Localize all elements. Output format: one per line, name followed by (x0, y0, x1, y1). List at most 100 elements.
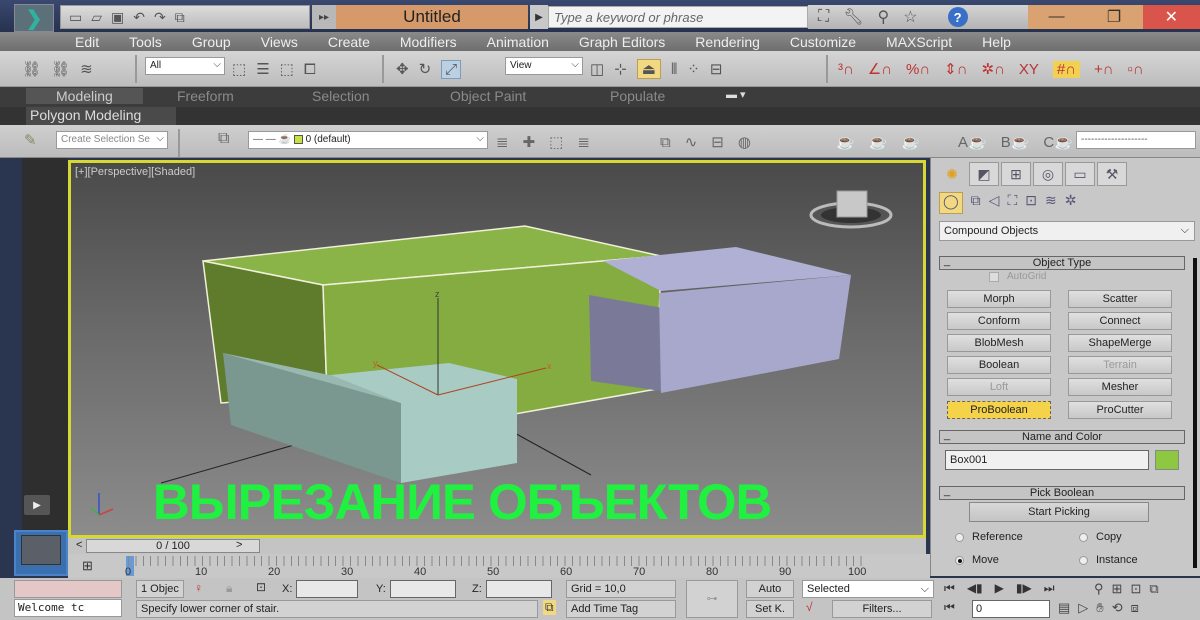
render-preset-b-icon[interactable]: B☕ (1001, 133, 1030, 151)
time-config-icon[interactable]: ▤ (1058, 600, 1070, 616)
maxscript-listener-output[interactable] (14, 580, 122, 598)
autogrid-checkbox[interactable]: AutoGrid (989, 271, 1046, 282)
polygon-modeling-panel[interactable]: Polygon Modeling (26, 107, 176, 125)
rectangular-region-icon[interactable]: ⬚ (280, 60, 294, 78)
instance-radio[interactable]: Instance (1079, 554, 1138, 566)
time-slider-thumb[interactable]: 0 / 100 (86, 539, 260, 553)
blobmesh-button[interactable]: BlobMesh (947, 334, 1051, 352)
x-coordinate-input[interactable] (296, 580, 358, 598)
play-button[interactable]: ▶ (24, 495, 50, 515)
loft-button[interactable]: Loft (947, 378, 1051, 396)
menu-maxscript[interactable]: MAXScript (886, 34, 952, 50)
angle-snap-icon[interactable]: ∠∩ (868, 60, 892, 78)
snap-xy-icon[interactable]: XY (1019, 61, 1039, 78)
wrench-icon[interactable]: 🔧︎ (843, 7, 863, 27)
key-filters-button[interactable]: Filters... (832, 600, 932, 618)
maximize-viewport-icon[interactable]: ⧈ (1131, 600, 1139, 616)
tab-freeform[interactable]: Freeform (177, 88, 234, 104)
mesher-button[interactable]: Mesher (1068, 378, 1172, 396)
time-next-button[interactable]: > (236, 539, 242, 551)
edit-named-selection-icon[interactable]: ✎ (24, 131, 37, 149)
menu-help[interactable]: Help (982, 34, 1011, 50)
undo-icon[interactable]: ↶ (133, 9, 145, 26)
unlink-icon[interactable]: ⛓ (51, 60, 70, 78)
teal-box[interactable] (223, 353, 517, 483)
zoom-extents-icon[interactable]: ⊡ (1130, 581, 1141, 597)
procutter-button[interactable]: ProCutter (1068, 401, 1172, 419)
space-warps-icon[interactable]: ≋ (1045, 192, 1057, 214)
menu-modifiers[interactable]: Modifiers (400, 34, 457, 50)
render-setup-icon[interactable]: ☕ (836, 133, 855, 151)
project-icon[interactable]: ⧉ (175, 9, 185, 26)
morph-button[interactable]: Morph (947, 290, 1051, 308)
start-picking-button[interactable]: Start Picking (969, 502, 1149, 522)
cameras-icon[interactable]: ⛶ (1007, 192, 1017, 214)
tab-modeling[interactable]: Modeling (26, 88, 143, 104)
key-mode-icon[interactable]: ⏮ (944, 600, 955, 615)
time-tag-icon[interactable]: ⧉ (543, 600, 556, 615)
save-icon[interactable]: ▣ (111, 9, 124, 26)
render-preset-field[interactable]: -------------------- (1076, 131, 1196, 149)
helpers-icon[interactable]: ⊡ (1025, 192, 1037, 214)
reference-coord-dropdown[interactable]: View ⌵ (505, 57, 583, 75)
go-to-end-icon[interactable]: ⏭ (1044, 581, 1055, 596)
new-icon[interactable]: ▭ (69, 9, 82, 26)
maxscript-listener-input[interactable]: Welcome tc (14, 599, 122, 617)
track-bar[interactable]: ⊞ 0 10 20 30 40 50 60 70 80 90 100 (68, 554, 930, 578)
terrain-button[interactable]: Terrain (1068, 356, 1172, 374)
snap-star-icon[interactable]: ✲∩ (982, 60, 1005, 78)
menu-create[interactable]: Create (328, 34, 370, 50)
selection-filter-dropdown[interactable]: All ⌵ (145, 57, 225, 75)
curve-editor-icon[interactable]: ∿ (685, 133, 698, 151)
proboolean-button[interactable]: ProBoolean (947, 401, 1051, 419)
named-selection-set-dropdown[interactable]: Create Selection Se ⌵ (56, 131, 168, 149)
schematic-view-icon[interactable]: ⊟ (711, 133, 724, 151)
menu-tools[interactable]: Tools (129, 34, 162, 50)
menu-group[interactable]: Group (192, 34, 231, 50)
object-name-input[interactable]: Box001 (945, 450, 1149, 470)
maximize-button[interactable]: ❐ (1085, 5, 1143, 29)
add-time-tag-button[interactable]: Add Time Tag (566, 600, 676, 618)
create-tab-icon[interactable]: ✺ (937, 162, 967, 186)
search-expand-button[interactable]: ▶ (530, 5, 548, 29)
field-of-view-icon[interactable]: ▷ (1078, 600, 1088, 616)
boolean-button[interactable]: Boolean (947, 356, 1051, 374)
rendered-frame-window-icon[interactable]: ☕ (869, 133, 888, 151)
menu-edit[interactable]: Edit (75, 34, 99, 50)
star-icon[interactable]: ☆ (903, 7, 917, 27)
select-by-name-icon[interactable]: ☰ (256, 60, 269, 78)
key-filter-dropdown[interactable]: Selected ⌵ (802, 580, 934, 598)
percent-snap-icon[interactable]: %∩ (906, 61, 930, 78)
render-preset-c-icon[interactable]: C☕ (1043, 133, 1073, 151)
move-radio[interactable]: Move (955, 554, 999, 566)
scatter-button[interactable]: Scatter (1068, 290, 1172, 308)
conform-button[interactable]: Conform (947, 312, 1051, 330)
rotate-icon[interactable]: ↻ (419, 60, 432, 78)
current-frame-input[interactable]: 0 (972, 600, 1050, 618)
time-prev-button[interactable]: < (76, 539, 82, 551)
layer-manager-icon[interactable]: ⧉ (218, 130, 229, 148)
utilities-tab-icon[interactable]: ⚒ (1097, 162, 1127, 186)
copy-radio[interactable]: Copy (1079, 531, 1122, 543)
render-production-icon[interactable]: ☕ (901, 133, 920, 151)
object-category-dropdown[interactable]: Compound Objects ⌵ (939, 221, 1195, 241)
vertex-snap-icon[interactable]: ▫∩ (1128, 61, 1144, 78)
z-coordinate-input[interactable] (486, 580, 552, 598)
move-icon[interactable]: ✥ (396, 60, 409, 78)
layer-add-icon[interactable]: ≣ (496, 133, 509, 151)
link-icon[interactable]: ⛓ (22, 60, 41, 78)
selection-lock-icon[interactable]: 🔒︎ (226, 581, 232, 596)
select-object-icon[interactable]: ⬚ (232, 60, 246, 78)
hierarchy-tab-icon[interactable]: ⊞ (1001, 162, 1031, 186)
geometry-icon[interactable]: ◯ (939, 192, 963, 214)
modify-tab-icon[interactable]: ◩ (969, 162, 999, 186)
shapemerge-button[interactable]: ShapeMerge (1068, 334, 1172, 352)
isolate-selection-icon[interactable]: ♀ (194, 581, 203, 595)
menu-animation[interactable]: Animation (487, 34, 549, 50)
mirror-icon[interactable]: ⫴ (671, 61, 677, 78)
object-type-rollout-header[interactable]: _ Object Type (939, 255, 1185, 270)
systems-icon[interactable]: ✲ (1065, 192, 1077, 214)
window-crossing-icon[interactable]: ⧠ (304, 61, 316, 78)
perspective-viewport[interactable]: [+][Perspective][Shaded] y x z ВЫРЕЗАНИЕ… (68, 160, 926, 538)
array-icon[interactable]: ⁘ (687, 60, 700, 78)
